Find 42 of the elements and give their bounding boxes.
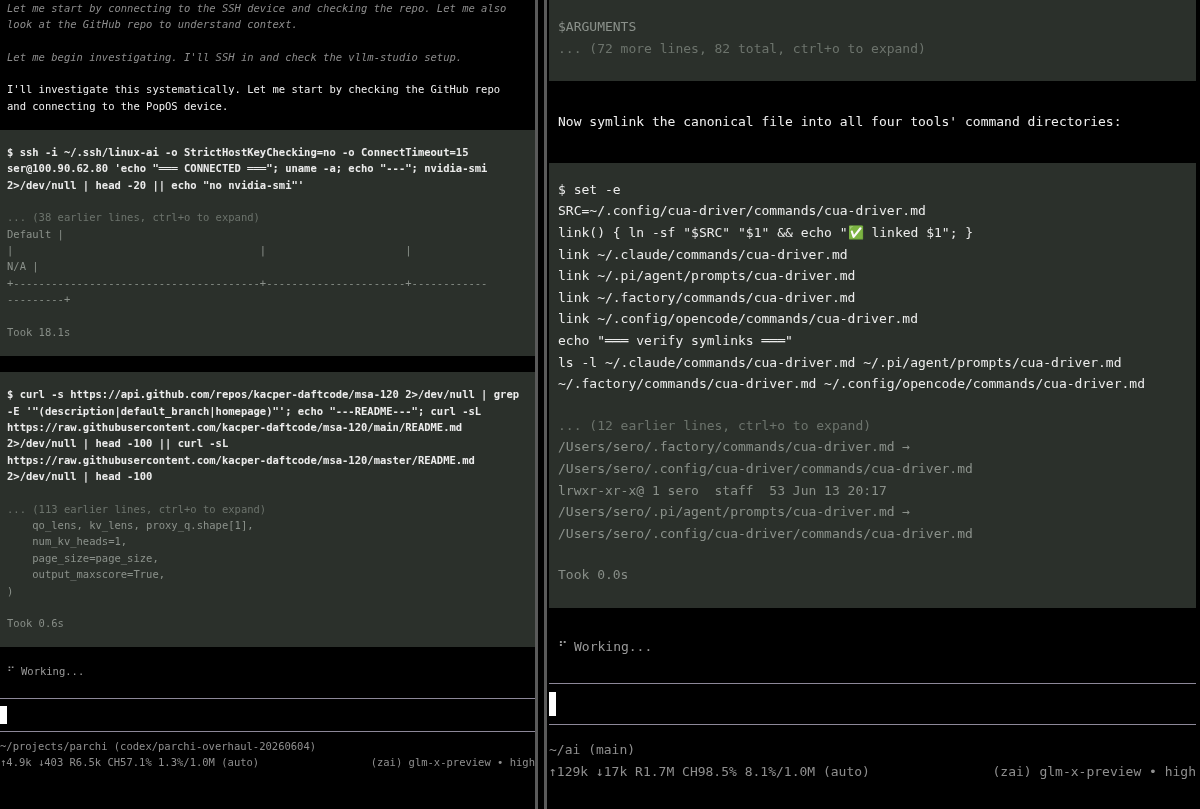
output-line: num_kv_heads=1, <box>31 534 128 550</box>
duration-text: Took 18.1s <box>7 324 71 340</box>
status-text: Working... <box>574 637 653 656</box>
output-line: ---------+ <box>7 292 71 308</box>
output-line: Default | <box>7 226 64 243</box>
output-line: qo_lens, kv_lens, proxy_q.shape[1], <box>31 517 254 534</box>
thinking-text: Let me begin investigating. I'll SSH in and check the vllm-studio setup. <box>6 49 464 65</box>
message-text: Now symlink the canonical file into all four tools' command directories: <box>557 113 1123 132</box>
output-line: N/A | <box>7 259 39 275</box>
message-text: I'll investigate this systematically. Let me start by checking the GitHub repo and connecting to the PopOS device. <box>6 82 502 114</box>
thinking-text: Let me start by connecting to the SSH device and checking the repo. Let me also look at the GitHub repo to understand context. <box>6 1 508 33</box>
output-line: page_size=page_size, <box>31 550 159 567</box>
output-line: /Users/sero/.config/cua-driver/commands/cua-driver.md <box>558 459 973 478</box>
token-stats: ↑129k ↓17k R1.7M CH98.5% 8.1%/1.0M (auto) <box>549 763 870 782</box>
token-stats: ↑4.9k ↓403 R6.5k CH57.1% 1.3%/1.0M (auto) <box>0 755 260 771</box>
collapsed-lines-hint: ... (72 more lines, 82 total, ctrl+o to expand) <box>558 39 926 58</box>
working-directory: ~/ai (main) <box>549 741 637 760</box>
input-field[interactable] <box>549 683 1196 726</box>
output-line: output_maxscore=True, <box>31 567 166 583</box>
output-line: ) <box>7 583 14 599</box>
output-line: | | | <box>7 243 412 259</box>
spinner-icon: ⠋ <box>7 663 15 680</box>
collapsed-lines-hint: ... (38 earlier lines, ctrl+o to expand) <box>7 210 260 226</box>
input-field[interactable] <box>0 697 535 732</box>
duration-text: Took 0.6s <box>7 615 64 631</box>
model-label: (zai) glm-x-preview • high <box>992 763 1196 782</box>
output-line: $ARGUMENTS <box>558 18 637 36</box>
duration-text: Took 0.0s <box>558 566 629 585</box>
output-line: /Users/sero/.pi/agent/prompts/cua-driver.md → <box>558 503 911 522</box>
status-text: Working... <box>21 664 85 680</box>
output-line: +---------------------------------------+----------------------+------------ <box>7 275 488 291</box>
output-line: /Users/sero/.factory/commands/cua-driver.md → <box>558 438 911 457</box>
collapsed-lines-hint: ... (113 earlier lines, ctrl+o to expand) <box>7 501 267 517</box>
output-line: /Users/sero/.config/cua-driver/commands/cua-driver.md <box>558 524 973 543</box>
command-text: $ curl -s https://api.github.com/repos/kacper-daftcode/msa-120 2>/dev/null | grep -E '"(description|default_branch|homepage)"'; echo "---README---"; curl -sL https://raw.githubusercontent.com/kacper-daftcode/msa-120/main/README.md 2>/dev/null | head -100 || curl -sL https://raw.githubusercontent.com/kacper-daftcode/msa-120/master/README.md 2>/dev/null | head -100 <box>7 387 521 485</box>
spinner-icon: ⠋ <box>558 635 568 658</box>
working-directory: ~/projects/parchi (codex/parchi-overhaul-20260604) <box>0 738 318 754</box>
model-label: (zai) glm-x-preview • high <box>370 755 535 771</box>
output-line: lrwxr-xr-x@ 1 sero staff 53 Jun 13 20:17 <box>558 481 887 500</box>
command-text: $ ssh -i ~/.ssh/linux-ai -o StrictHostKeyChecking=no -o ConnectTimeout=15 ser@100.90.62.80 'echo "═══ CONNECTED ═══"; uname -a; echo "---"; nvidia-smi 2>/dev/null | head -20 || echo "no nvidia-smi"' <box>7 145 489 194</box>
command-text: $ set -e SRC=~/.config/cua-driver/commands/cua-driver.md link() { ln -sf "$SRC" "$1" && echo "✅ linked $1"; } link ~/.claude/commands/cua-driver.md link ~/.pi/agent/prompts/cua-driver.md link ~/.factory/commands/cua-driver.md link ~/.config/opencode/commands/cua-driver.md echo "═══ verify symlinks ═══" ls -l ~/.claude/commands/cua-driver.md ~/.pi/agent/prompts/cua-driver.md ~/.factory/commands/cua-driver.md ~/.config/opencode/commands/cua-driver.md <box>558 180 1146 394</box>
collapsed-lines-hint: ... (12 earlier lines, ctrl+o to expand) <box>558 416 872 435</box>
